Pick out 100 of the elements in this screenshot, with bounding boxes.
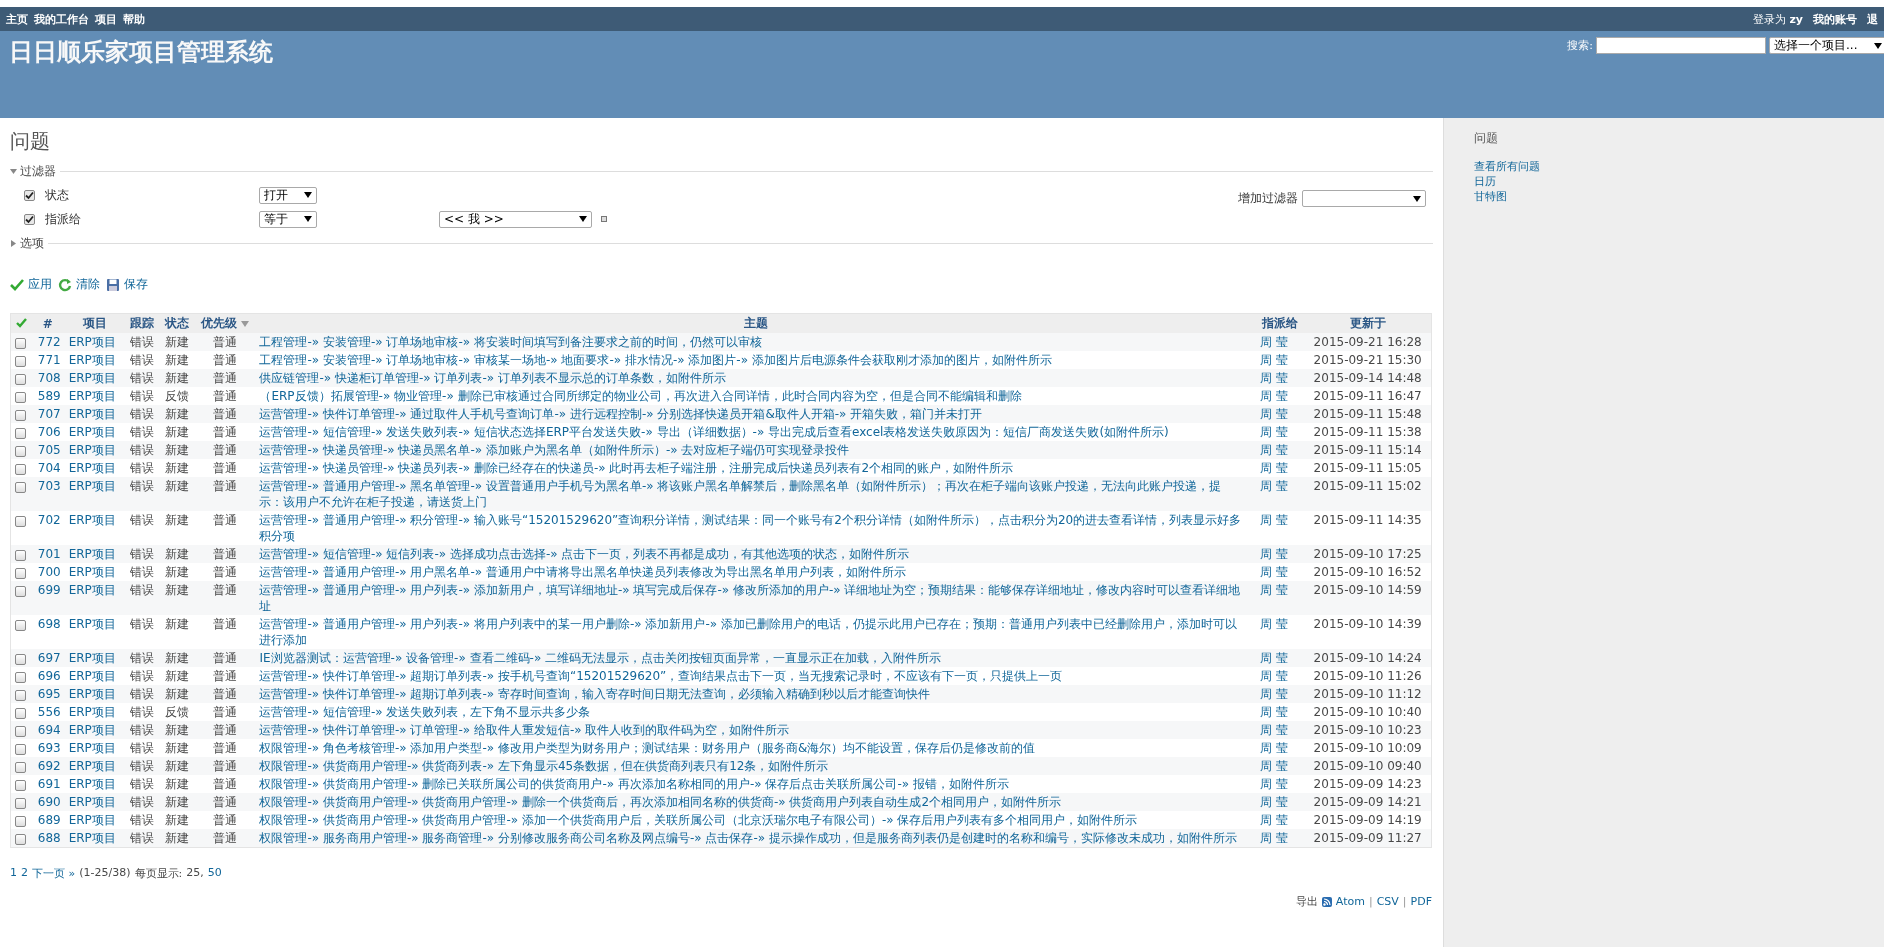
checkbox[interactable] (15, 816, 26, 827)
status-cell: 新建 (165, 565, 189, 579)
checkbox[interactable] (15, 780, 26, 791)
checkbox[interactable] (15, 672, 26, 683)
account-link[interactable]: 退 (1867, 12, 1878, 26)
select-field[interactable]: << 我 >> (439, 210, 592, 228)
checkbox[interactable] (15, 374, 26, 385)
checkbox[interactable] (15, 762, 26, 773)
separator-text: | (1402, 895, 1407, 908)
status-cell: 新建 (165, 461, 189, 475)
updated-cell: 2015-09-09 14:23 (1313, 777, 1422, 791)
export-link[interactable]: CSV (1376, 895, 1399, 908)
save-link[interactable]: 保存 (106, 276, 148, 293)
project-link[interactable]: ERP项目 (68, 617, 116, 631)
issue-subject-link[interactable]: 运营管理-» 短信管理-» 发送失败列表，左下角不显示共多少条 (259, 704, 1245, 720)
checkbox[interactable] (15, 834, 26, 845)
checkbox[interactable] (15, 550, 26, 561)
filters-legend[interactable]: 过滤器 (10, 163, 56, 180)
select-field[interactable]: 选择一个项目... (1769, 37, 1884, 54)
page-title: 问题 (10, 128, 51, 155)
menu-link[interactable]: 主页 (6, 12, 28, 26)
checkbox[interactable] (15, 568, 26, 579)
clear-link[interactable]: 清除 (58, 276, 100, 293)
issue-subject-link[interactable]: 运营管理-» 普通用户管理-» 用户列表-» 将用户列表中的某一用户删除-» 添加新用户-» 添加已删除用户的电话，仍提示此用户已存在；预期：普通用户列表中已经删除用户，添加时可以进行添加 (259, 616, 1245, 648)
project-link[interactable]: ERP项目 (68, 513, 116, 527)
checkbox[interactable] (15, 620, 26, 631)
tracker-cell: 错误 (130, 741, 155, 755)
toggle-icon[interactable] (601, 216, 607, 222)
caret-icon (579, 216, 587, 222)
account-link[interactable]: 我的账号 (1813, 12, 1857, 26)
checkbox[interactable] (15, 464, 26, 475)
checkbox[interactable] (15, 356, 26, 367)
updated-cell: 2015-09-10 16:52 (1313, 565, 1422, 579)
sidebar-link[interactable]: 查看所有问题 (1474, 159, 1884, 174)
tracker-cell: 错误 (130, 353, 155, 367)
search-field[interactable] (1596, 37, 1766, 54)
updated-cell: 2015-09-10 14:24 (1313, 651, 1422, 665)
checkbox[interactable] (24, 189, 35, 201)
checkbox[interactable] (15, 338, 26, 349)
tracker-cell: 错误 (130, 651, 155, 665)
checkbox[interactable] (15, 690, 26, 701)
tracker-cell: 错误 (130, 425, 155, 439)
sidebar-link[interactable]: 甘特图 (1474, 189, 1884, 204)
caret-icon (1874, 42, 1882, 49)
tracker-cell: 错误 (130, 461, 155, 475)
export-link[interactable]: PDF (1410, 895, 1432, 908)
check-icon (10, 277, 24, 292)
checkbox[interactable] (15, 586, 26, 597)
column-header[interactable]: 主题 (743, 315, 768, 332)
status-cell: 新建 (165, 425, 189, 439)
select-field[interactable]: 等于 (259, 210, 317, 228)
updated-cell: 2015-09-11 15:38 (1313, 425, 1422, 439)
export-link[interactable]: Atom (1335, 895, 1365, 908)
apply-link[interactable]: 应用 (10, 276, 52, 293)
checkbox[interactable] (15, 446, 26, 457)
updated-cell: 2015-09-10 09:40 (1313, 759, 1422, 773)
checkbox[interactable] (15, 798, 26, 809)
select-field[interactable]: 打开 (259, 186, 317, 204)
assignee-link[interactable]: 周 莹 (1260, 617, 1289, 631)
tracker-cell: 错误 (130, 795, 155, 809)
issue-id-link[interactable]: 702 (37, 513, 61, 527)
checkbox[interactable] (15, 744, 26, 755)
filter-label: 指派给 (45, 210, 81, 228)
priority-cell: 普通 (212, 795, 237, 809)
checkbox[interactable] (15, 410, 26, 421)
priority-cell: 普通 (212, 479, 237, 493)
per-page-link[interactable]: 50 (207, 866, 222, 881)
refresh-icon (58, 277, 72, 292)
tracker-cell: 错误 (130, 777, 155, 791)
checkbox[interactable] (24, 213, 35, 225)
tracker-cell: 错误 (130, 407, 155, 421)
issue-id-link[interactable]: 698 (37, 617, 61, 631)
status-cell: 新建 (165, 777, 189, 791)
page-link[interactable]: 2 (21, 866, 28, 881)
username[interactable]: zy (1789, 12, 1803, 26)
checkbox[interactable] (15, 654, 26, 665)
menu-link[interactable]: 项目 (95, 12, 117, 26)
checkbox[interactable] (15, 726, 26, 737)
per-page-label: 每页显示: (134, 866, 183, 881)
checkbox[interactable] (15, 708, 26, 719)
checkbox[interactable] (15, 392, 26, 403)
priority-cell: 普通 (212, 687, 237, 701)
checkbox[interactable] (15, 516, 26, 527)
options-legend[interactable]: 选项 (10, 235, 44, 252)
issue-id-link[interactable]: 704 (37, 461, 61, 475)
page-link[interactable]: 1 (10, 866, 17, 881)
updated-cell: 2015-09-11 15:14 (1313, 443, 1422, 457)
sidebar-link[interactable]: 日历 (1474, 174, 1884, 189)
check-icon[interactable] (15, 317, 27, 328)
separator-text: | (1368, 895, 1373, 908)
assignee-link[interactable]: 周 莹 (1260, 513, 1289, 527)
issue-subject-link[interactable]: 运营管理-» 普通用户管理-» 积分管理-» 输入账号“15201529620”查询积分详情，测试结果：同一个账号有2个积分详情（如附件所示），点击积分为20的进去查看详情，列表显示好多积分项 (259, 512, 1245, 544)
checkbox[interactable] (15, 428, 26, 439)
issue-id-link[interactable]: 771 (37, 353, 61, 367)
next-page-link[interactable]: 下一页 » (32, 866, 76, 881)
menu-link[interactable]: 帮助 (123, 12, 145, 26)
updated-cell: 2015-09-10 14:39 (1313, 617, 1422, 631)
menu-link[interactable]: 我的工作台 (34, 12, 89, 26)
select-field[interactable] (1302, 190, 1426, 207)
checkbox[interactable] (15, 482, 26, 493)
